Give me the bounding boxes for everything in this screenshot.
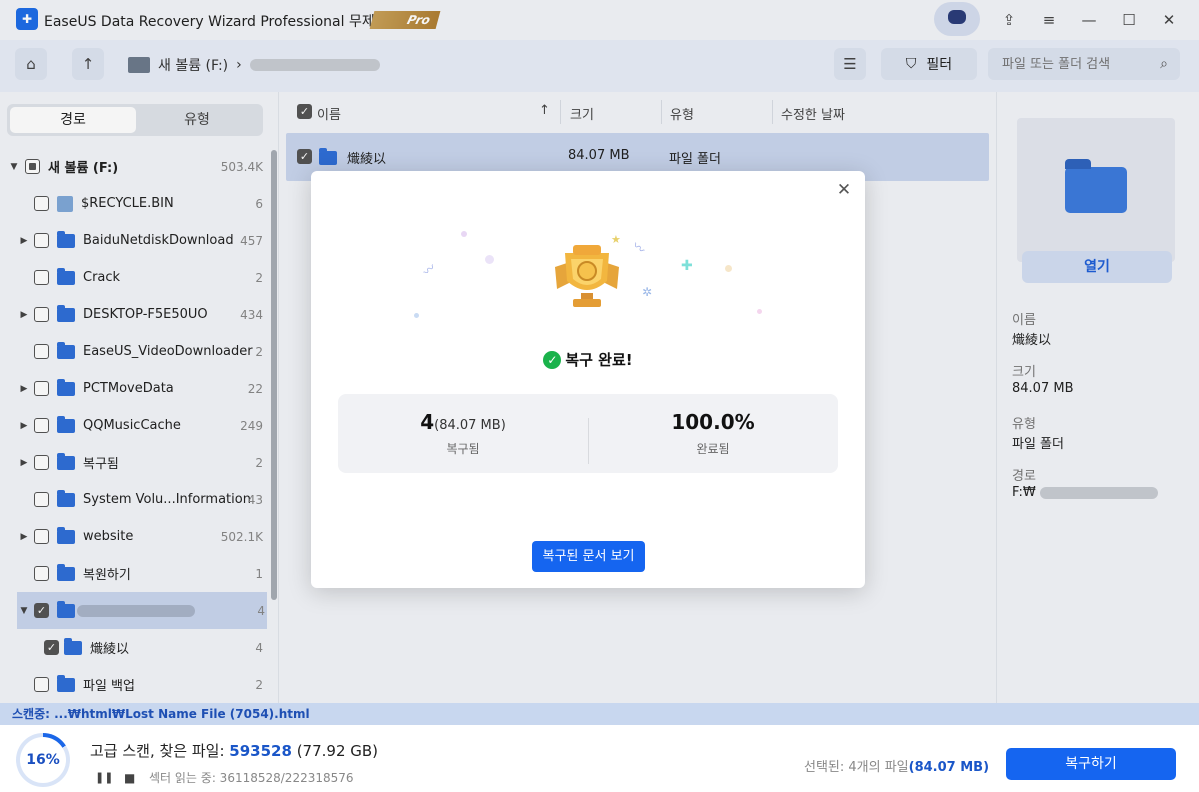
scan-summary: 고급 스캔, 찾은 파일: 593528 (77.92 GB) <box>90 740 378 761</box>
recovery-stats: 4(84.07 MB) 복구됨 100.0% 완료됨 <box>338 394 838 473</box>
confetti-dot <box>725 265 732 272</box>
view-recovered-button[interactable]: 복구된 문서 보기 <box>532 541 645 572</box>
scan-status: 스캔중: ...₩html₩Lost Name File (7054).html <box>0 703 1199 725</box>
pause-icon[interactable]: ❚❚ <box>95 771 113 784</box>
scan-found-count: 593528 <box>229 742 292 760</box>
selection-count: 선택된: 4개의 파일 <box>804 760 909 775</box>
confetti-dot <box>485 255 494 264</box>
completion-heading: ✓ 복구 완료! <box>311 349 865 370</box>
trophy-icon <box>555 245 619 307</box>
confetti-dot <box>461 231 467 237</box>
sector-progress: 섹터 읽는 중: 36118528/222318576 <box>149 771 354 785</box>
selection-summary: 선택된: 4개의 파일(84.07 MB) <box>804 756 989 775</box>
recovered-label: 복구됨 <box>446 442 480 456</box>
confetti-dot <box>757 309 762 314</box>
completed-stat: 100.0% 완료됨 <box>588 410 838 457</box>
completed-percent: 100.0% <box>671 410 755 434</box>
scan-progress-value: 16% <box>20 737 66 783</box>
check-circle-icon: ✓ <box>543 350 562 369</box>
stop-icon[interactable]: ■ <box>124 771 135 785</box>
recovery-complete-dialog: ✕ ✚ ✲ ★ 〰 〰 ✓ 복구 완료! 4(84.07 MB) 복구됨 100… <box>311 171 865 588</box>
squiggle-icon: 〰 <box>420 260 439 280</box>
sparkle-icon: ★ <box>611 233 621 246</box>
selection-size: (84.07 MB) <box>908 760 990 775</box>
scan-progress-ring: 16% <box>16 733 70 787</box>
close-icon[interactable]: ✕ <box>833 179 855 201</box>
recover-button[interactable]: 복구하기 <box>1006 748 1176 780</box>
sparkle-icon: ✲ <box>642 285 653 299</box>
recovered-count: 4 <box>420 410 435 434</box>
bottom-bar: 16% 고급 스캔, 찾은 파일: 593528 (77.92 GB) ❚❚ ■… <box>0 725 1199 792</box>
completed-label: 완료됨 <box>696 442 730 456</box>
completion-title: 복구 완료! <box>565 351 633 369</box>
scan-summary-label: 고급 스캔, 찾은 파일: <box>90 742 230 760</box>
recovered-size: (84.07 MB) <box>434 418 506 433</box>
squiggle-icon: 〰 <box>629 238 648 258</box>
recovered-stat: 4(84.07 MB) 복구됨 <box>338 410 588 457</box>
confetti-dot <box>414 313 419 318</box>
sparkle-icon: ✚ <box>681 258 693 274</box>
scan-found-size: (77.92 GB) <box>291 742 379 760</box>
